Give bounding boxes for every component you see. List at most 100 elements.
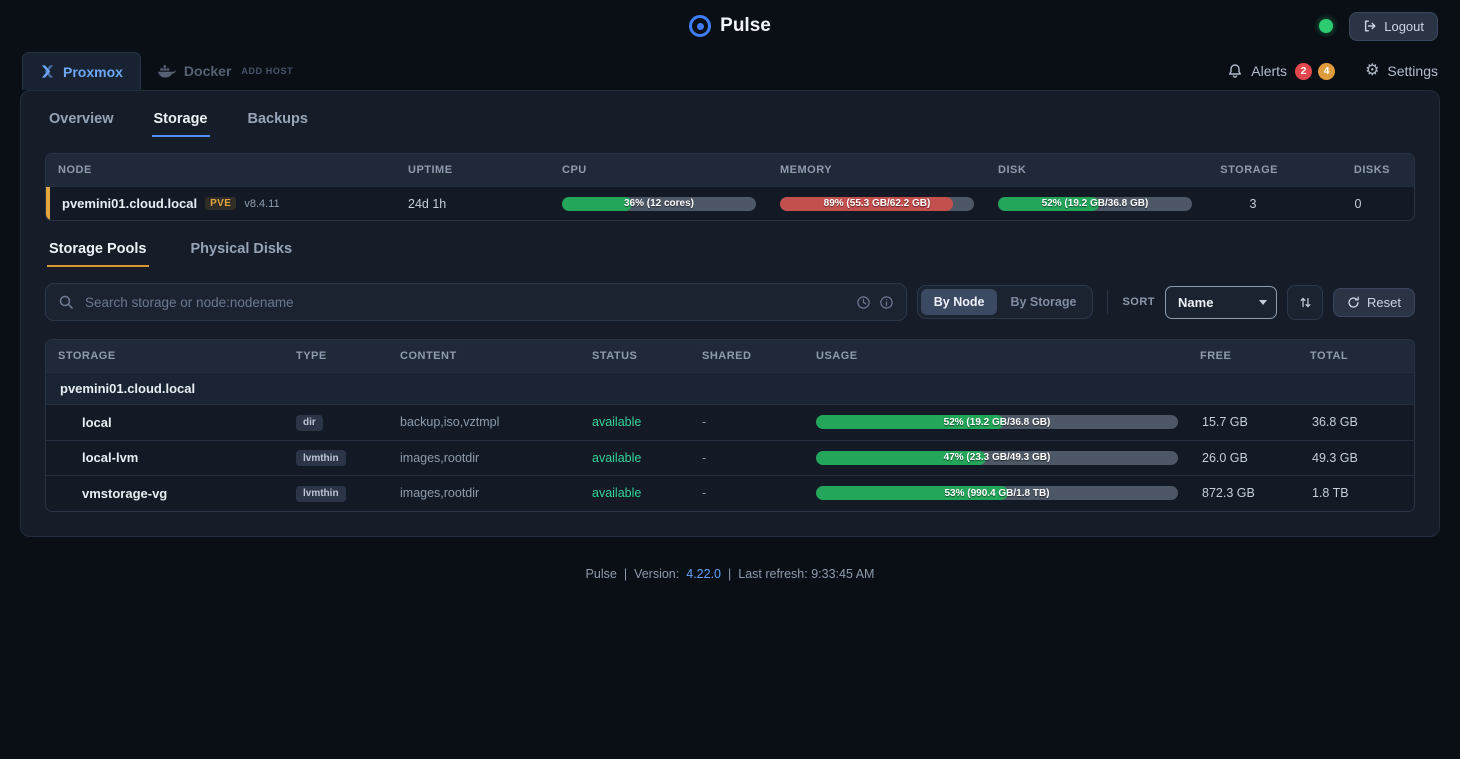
app-title: Pulse bbox=[720, 15, 771, 37]
col-memory: MEMORY bbox=[768, 154, 986, 186]
app-brand: Pulse bbox=[689, 15, 771, 37]
tab-physical-disks[interactable]: Physical Disks bbox=[189, 241, 295, 267]
tab-backups[interactable]: Backups bbox=[246, 111, 310, 137]
col-total: TOTAL bbox=[1298, 340, 1414, 372]
sort-select[interactable]: Name bbox=[1165, 286, 1277, 319]
col-storage-name: STORAGE bbox=[46, 340, 284, 372]
footer-last-refresh: Last refresh: 9:33:45 AM bbox=[738, 567, 874, 581]
history-icon[interactable] bbox=[856, 295, 871, 310]
group-by-storage-button[interactable]: By Storage bbox=[997, 289, 1089, 315]
col-content: CONTENT bbox=[388, 340, 580, 372]
footer-separator: | bbox=[624, 567, 627, 581]
disk-usage-bar: 52% (19.2 GB/36.8 GB) bbox=[998, 197, 1192, 211]
alerts-button[interactable]: Alerts 2 4 bbox=[1227, 63, 1335, 80]
alerts-label: Alerts bbox=[1251, 63, 1287, 79]
search-box[interactable] bbox=[45, 283, 907, 321]
col-shared: SHARED bbox=[690, 340, 804, 372]
storage-content: backup,iso,vztmpl bbox=[388, 406, 580, 438]
storage-free: 872.3 GB bbox=[1190, 477, 1300, 509]
table-row[interactable]: local dir backup,iso,vztmpl available - … bbox=[46, 404, 1414, 440]
storage-shared: - bbox=[690, 442, 804, 474]
footer-version-link[interactable]: 4.22.0 bbox=[686, 567, 721, 581]
cpu-usage-bar: 36% (12 cores) bbox=[562, 197, 756, 211]
storage-usage-bar: 53% (990.4 GB/1.8 TB) bbox=[816, 486, 1178, 500]
reset-label: Reset bbox=[1367, 295, 1401, 310]
tab-storage[interactable]: Storage bbox=[152, 111, 210, 137]
node-uptime: 24d 1h bbox=[396, 188, 550, 220]
col-disks: DISKS bbox=[1302, 154, 1414, 186]
alerts-critical-badge: 2 bbox=[1295, 63, 1312, 80]
docker-icon bbox=[158, 64, 176, 78]
memory-usage-bar: 89% (55.3 GB/62.2 GB) bbox=[780, 197, 974, 211]
logout-label: Logout bbox=[1384, 19, 1424, 34]
node-storage-count: 3 bbox=[1204, 188, 1302, 220]
storage-name[interactable]: local bbox=[46, 406, 284, 439]
gear-icon: ⚙ bbox=[1365, 63, 1379, 79]
col-cpu: CPU bbox=[550, 154, 768, 186]
storage-name[interactable]: local-lvm bbox=[46, 441, 284, 474]
storage-usage-label: 52% (19.2 GB/36.8 GB) bbox=[816, 415, 1178, 429]
tab-docker[interactable]: Docker ADD HOST bbox=[141, 52, 310, 90]
storage-usage-bar: 47% (23.3 GB/49.3 GB) bbox=[816, 451, 1178, 465]
storage-total: 1.8 TB bbox=[1300, 477, 1415, 509]
alerts-warning-badge: 4 bbox=[1318, 63, 1335, 80]
type-badge: dir bbox=[296, 415, 323, 431]
disk-usage-label: 52% (19.2 GB/36.8 GB) bbox=[998, 197, 1192, 211]
storage-name[interactable]: vmstorage-vg bbox=[46, 477, 284, 510]
logout-button[interactable]: Logout bbox=[1349, 12, 1438, 41]
nav-bar: Proxmox Docker ADD HOST Alerts 2 4 ⚙ Set… bbox=[0, 52, 1460, 90]
storage-content: images,rootdir bbox=[388, 442, 580, 474]
col-uptime: UPTIME bbox=[396, 154, 550, 186]
bell-icon bbox=[1227, 63, 1243, 79]
node-name[interactable]: pvemini01.cloud.local bbox=[62, 196, 197, 211]
node-table-header: NODE UPTIME CPU MEMORY DISK STORAGE DISK… bbox=[46, 154, 1414, 186]
node-table: NODE UPTIME CPU MEMORY DISK STORAGE DISK… bbox=[45, 153, 1415, 221]
sort-label: SORT bbox=[1122, 296, 1155, 308]
refresh-icon bbox=[1347, 296, 1360, 309]
search-icon bbox=[58, 294, 74, 310]
storage-shared: - bbox=[690, 406, 804, 438]
storage-sub-tabs: Storage Pools Physical Disks bbox=[47, 241, 1413, 267]
storage-status: available bbox=[580, 406, 690, 438]
table-row[interactable]: vmstorage-vg lvmthin images,rootdir avai… bbox=[46, 475, 1414, 511]
settings-button[interactable]: ⚙ Settings bbox=[1365, 63, 1438, 79]
pulse-logo-icon bbox=[689, 15, 711, 37]
storage-status: available bbox=[580, 477, 690, 509]
storage-free: 26.0 GB bbox=[1190, 442, 1300, 474]
col-storage: STORAGE bbox=[1204, 154, 1302, 186]
group-by-node-button[interactable]: By Node bbox=[921, 289, 998, 315]
node-group-row[interactable]: pvemini01.cloud.local bbox=[46, 372, 1414, 404]
storage-total: 36.8 GB bbox=[1300, 406, 1415, 438]
tab-overview[interactable]: Overview bbox=[47, 111, 116, 137]
tab-docker-label: Docker bbox=[184, 63, 231, 79]
storage-content: images,rootdir bbox=[388, 477, 580, 509]
node-row[interactable]: pvemini01.cloud.local PVE v8.4.11 24d 1h… bbox=[46, 186, 1414, 220]
sort-arrows-icon bbox=[1299, 296, 1312, 309]
tab-proxmox[interactable]: Proxmox bbox=[22, 52, 141, 90]
info-icon[interactable] bbox=[879, 295, 894, 310]
storage-shared: - bbox=[690, 477, 804, 509]
sort-direction-button[interactable] bbox=[1287, 285, 1323, 320]
toolbar-divider bbox=[1107, 290, 1108, 314]
reset-button[interactable]: Reset bbox=[1333, 288, 1415, 317]
tab-proxmox-label: Proxmox bbox=[63, 64, 123, 80]
col-usage: USAGE bbox=[804, 340, 1188, 372]
type-badge: lvmthin bbox=[296, 486, 346, 502]
memory-usage-label: 89% (55.3 GB/62.2 GB) bbox=[780, 197, 974, 211]
col-disk: DISK bbox=[986, 154, 1204, 186]
footer-version-label: Version: bbox=[634, 567, 679, 581]
storage-usage-bar: 52% (19.2 GB/36.8 GB) bbox=[816, 415, 1178, 429]
storage-status: available bbox=[580, 442, 690, 474]
node-version: v8.4.11 bbox=[244, 198, 279, 210]
search-input[interactable] bbox=[83, 294, 847, 311]
storage-free: 15.7 GB bbox=[1190, 406, 1300, 438]
storage-toolbar: By Node By Storage SORT Name Reset bbox=[45, 283, 1415, 321]
cpu-usage-label: 36% (12 cores) bbox=[562, 197, 756, 211]
add-host-label[interactable]: ADD HOST bbox=[241, 66, 293, 76]
proxmox-icon bbox=[40, 64, 55, 79]
table-row[interactable]: local-lvm lvmthin images,rootdir availab… bbox=[46, 440, 1414, 476]
tab-storage-pools[interactable]: Storage Pools bbox=[47, 241, 149, 267]
footer-separator: | bbox=[728, 567, 731, 581]
col-free: FREE bbox=[1188, 340, 1298, 372]
storage-total: 49.3 GB bbox=[1300, 442, 1415, 474]
